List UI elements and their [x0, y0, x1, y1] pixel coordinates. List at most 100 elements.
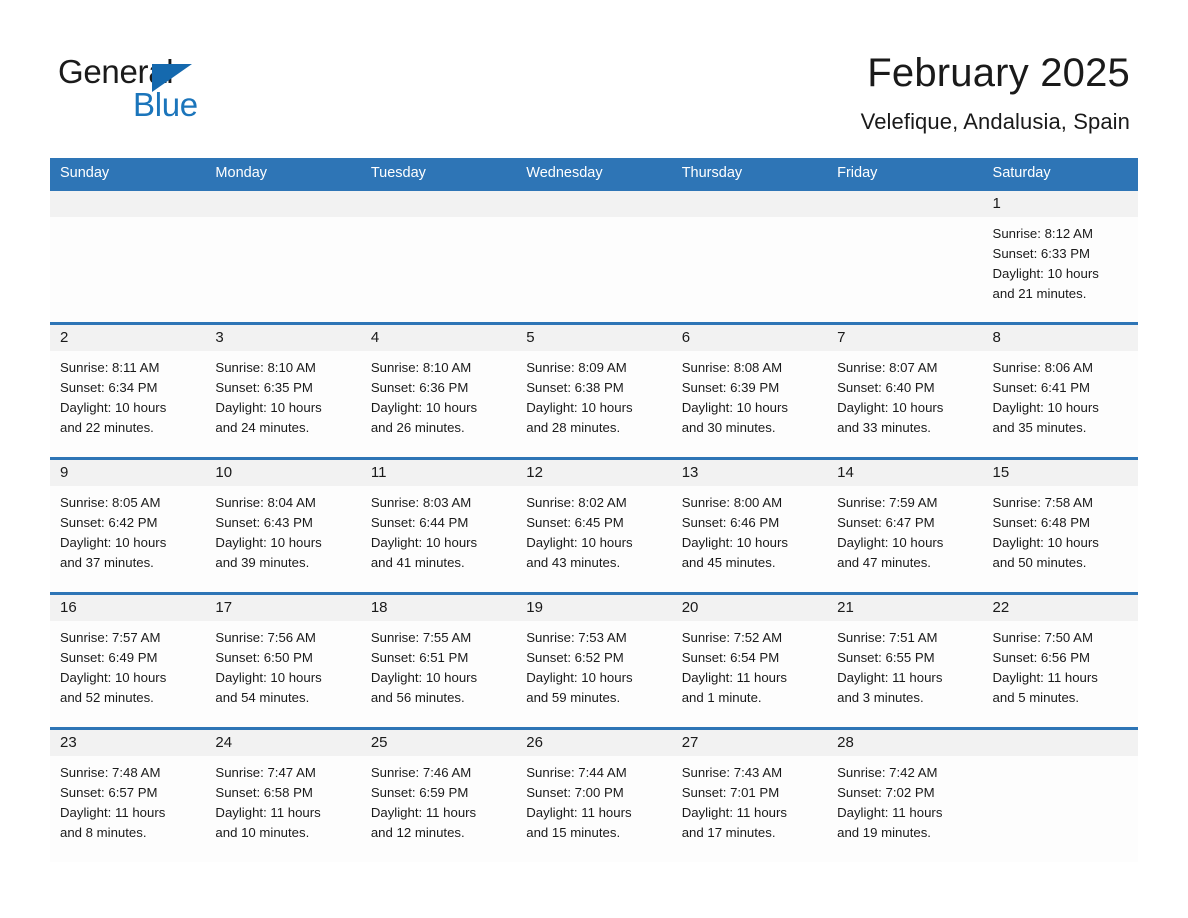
day-number-band: 13 [671, 460, 828, 486]
day-cell[interactable]: 27 Sunrise: 7:43 AM Sunset: 7:01 PM Dayl… [671, 730, 828, 862]
day-cell[interactable]: 15 Sunrise: 7:58 AM Sunset: 6:48 PM Dayl… [982, 460, 1138, 592]
sunrise-text: Sunrise: 8:10 AM [215, 360, 316, 375]
sunrise-text: Sunrise: 7:52 AM [681, 630, 783, 645]
day-number: 11 [370, 464, 387, 481]
sunset-text: Sunset: 6:55 PM [837, 650, 935, 665]
daylight-text-line2: and 10 minutes. [215, 825, 310, 840]
day-cell[interactable]: 5 Sunrise: 8:09 AM Sunset: 6:38 PM Dayli… [516, 325, 672, 457]
day-cell[interactable]: 17 Sunrise: 7:56 AM Sunset: 6:50 PM Dayl… [205, 595, 361, 727]
day-cell[interactable] [205, 191, 361, 322]
daylight-text-line2: and 19 minutes. [837, 825, 931, 840]
daylight-text-line2: and 3 minutes. [837, 690, 924, 705]
day-cell[interactable]: 7 Sunrise: 8:07 AM Sunset: 6:40 PM Dayli… [827, 325, 983, 457]
daylight-text-line2: and 22 minutes. [60, 420, 154, 435]
day-cell[interactable]: 9 Sunrise: 8:05 AM Sunset: 6:42 PM Dayli… [50, 460, 206, 592]
day-cell[interactable]: 14 Sunrise: 7:59 AM Sunset: 6:47 PM Dayl… [827, 460, 983, 592]
sunset-text: Sunset: 7:00 PM [526, 785, 624, 800]
day-cell[interactable]: 1 Sunrise: 8:12 AM Sunset: 6:33 PM Dayli… [982, 191, 1138, 322]
generalblue-logo[interactable]: General Blue [58, 52, 318, 123]
day-cell[interactable] [671, 191, 828, 322]
day-cell[interactable]: 24 Sunrise: 7:47 AM Sunset: 6:58 PM Dayl… [205, 730, 361, 862]
day-cell[interactable]: 18 Sunrise: 7:55 AM Sunset: 6:51 PM Dayl… [360, 595, 517, 727]
daylight-text-line1: Daylight: 10 hours [681, 535, 788, 550]
day-cell[interactable]: 8 Sunrise: 8:06 AM Sunset: 6:41 PM Dayli… [982, 325, 1138, 457]
daylight-text-line2: and 24 minutes. [215, 420, 310, 435]
day-number-band [982, 730, 1138, 756]
daylight-text-line2: and 59 minutes. [526, 690, 621, 705]
day-cell[interactable]: 13 Sunrise: 8:00 AM Sunset: 6:46 PM Dayl… [671, 460, 828, 592]
day-cell[interactable]: 2 Sunrise: 8:11 AM Sunset: 6:34 PM Dayli… [50, 325, 206, 457]
day-info: Sunrise: 7:51 AM Sunset: 6:55 PM Dayligh… [827, 621, 982, 708]
day-info [205, 217, 360, 224]
weekday-header-friday: Friday [837, 165, 878, 181]
sunset-text: Sunset: 6:41 PM [992, 380, 1091, 395]
day-cell[interactable]: 11 Sunrise: 8:03 AM Sunset: 6:44 PM Dayl… [360, 460, 517, 592]
sunset-text: Sunset: 6:57 PM [60, 785, 158, 800]
day-info: Sunrise: 7:52 AM Sunset: 6:54 PM Dayligh… [672, 621, 827, 708]
day-cell[interactable]: 23 Sunrise: 7:48 AM Sunset: 6:57 PM Dayl… [50, 730, 206, 862]
day-cell[interactable]: 10 Sunrise: 8:04 AM Sunset: 6:43 PM Dayl… [205, 460, 361, 592]
location-subtitle: Velefique, Andalusia, Spain [860, 109, 1130, 134]
day-number-band [360, 191, 517, 217]
day-cell[interactable]: 26 Sunrise: 7:44 AM Sunset: 7:00 PM Dayl… [516, 730, 672, 862]
sunset-text: Sunset: 7:02 PM [837, 785, 935, 800]
day-number-band: 7 [827, 325, 983, 351]
day-number-band: 5 [516, 325, 672, 351]
day-number-band: 17 [205, 595, 361, 621]
sunset-text: Sunset: 6:50 PM [215, 650, 313, 665]
day-info: Sunrise: 7:56 AM Sunset: 6:50 PM Dayligh… [205, 621, 360, 708]
day-cell[interactable] [50, 191, 206, 322]
sunrise-text: Sunrise: 7:57 AM [60, 630, 161, 645]
day-info: Sunrise: 8:09 AM Sunset: 6:38 PM Dayligh… [516, 351, 671, 438]
day-number-band: 22 [982, 595, 1138, 621]
day-cell[interactable]: 12 Sunrise: 8:02 AM Sunset: 6:45 PM Dayl… [516, 460, 672, 592]
day-cell[interactable]: 16 Sunrise: 7:57 AM Sunset: 6:49 PM Dayl… [50, 595, 206, 727]
day-number-band: 18 [360, 595, 517, 621]
daylight-text-line2: and 37 minutes. [60, 555, 154, 570]
day-number-band: 16 [50, 595, 206, 621]
day-cell[interactable] [516, 191, 672, 322]
day-info: Sunrise: 7:47 AM Sunset: 6:58 PM Dayligh… [205, 756, 360, 843]
day-cell[interactable]: 4 Sunrise: 8:10 AM Sunset: 6:36 PM Dayli… [360, 325, 517, 457]
day-number: 9 [60, 464, 69, 481]
daylight-text-line1: Daylight: 11 hours [837, 805, 943, 820]
weekday-header-wednesday: Wednesday [526, 165, 603, 181]
day-cell[interactable]: 25 Sunrise: 7:46 AM Sunset: 6:59 PM Dayl… [360, 730, 517, 862]
daylight-text-line1: Daylight: 10 hours [370, 535, 478, 550]
sunrise-text: Sunrise: 8:10 AM [370, 360, 472, 375]
sunrise-text: Sunrise: 7:46 AM [370, 765, 472, 780]
daylight-text-line1: Daylight: 10 hours [992, 535, 1099, 550]
sunset-text: Sunset: 6:49 PM [60, 650, 158, 665]
sunset-text: Sunset: 6:46 PM [681, 515, 780, 530]
day-number: 15 [992, 464, 1010, 481]
day-cell[interactable]: 6 Sunrise: 8:08 AM Sunset: 6:39 PM Dayli… [671, 325, 828, 457]
sunrise-text: Sunrise: 8:07 AM [837, 360, 938, 375]
day-number-band: 2 [50, 325, 206, 351]
day-cell[interactable]: 19 Sunrise: 7:53 AM Sunset: 6:52 PM Dayl… [516, 595, 672, 727]
sunset-text: Sunset: 6:58 PM [215, 785, 313, 800]
page-title: February 2025 [867, 51, 1130, 95]
daylight-text-line2: and 30 minutes. [681, 420, 776, 435]
sunrise-text: Sunrise: 7:47 AM [215, 765, 316, 780]
daylight-text-line1: Daylight: 11 hours [837, 670, 943, 685]
daylight-text-line1: Daylight: 11 hours [681, 670, 787, 685]
day-number: 13 [681, 464, 699, 481]
day-number-band [50, 191, 206, 217]
day-cell[interactable] [982, 730, 1138, 862]
week-row: 9 Sunrise: 8:05 AM Sunset: 6:42 PM Dayli… [50, 457, 1138, 592]
day-cell[interactable]: 3 Sunrise: 8:10 AM Sunset: 6:35 PM Dayli… [205, 325, 361, 457]
daylight-text-line2: and 12 minutes. [370, 825, 465, 840]
day-cell[interactable] [360, 191, 517, 322]
day-cell[interactable]: 20 Sunrise: 7:52 AM Sunset: 6:54 PM Dayl… [671, 595, 828, 727]
day-cell[interactable] [827, 191, 983, 322]
sunset-text: Sunset: 6:38 PM [526, 380, 624, 395]
day-number: 3 [215, 329, 224, 346]
day-cell[interactable]: 21 Sunrise: 7:51 AM Sunset: 6:55 PM Dayl… [827, 595, 983, 727]
day-cell[interactable]: 28 Sunrise: 7:42 AM Sunset: 7:02 PM Dayl… [827, 730, 983, 862]
day-cell[interactable]: 22 Sunrise: 7:50 AM Sunset: 6:56 PM Dayl… [982, 595, 1138, 727]
sunrise-text: Sunrise: 7:51 AM [837, 630, 938, 645]
sunrise-text: Sunrise: 7:59 AM [837, 495, 938, 510]
day-number: 12 [526, 464, 543, 481]
weekday-header-thursday: Thursday [681, 165, 743, 181]
day-number-band: 20 [671, 595, 828, 621]
